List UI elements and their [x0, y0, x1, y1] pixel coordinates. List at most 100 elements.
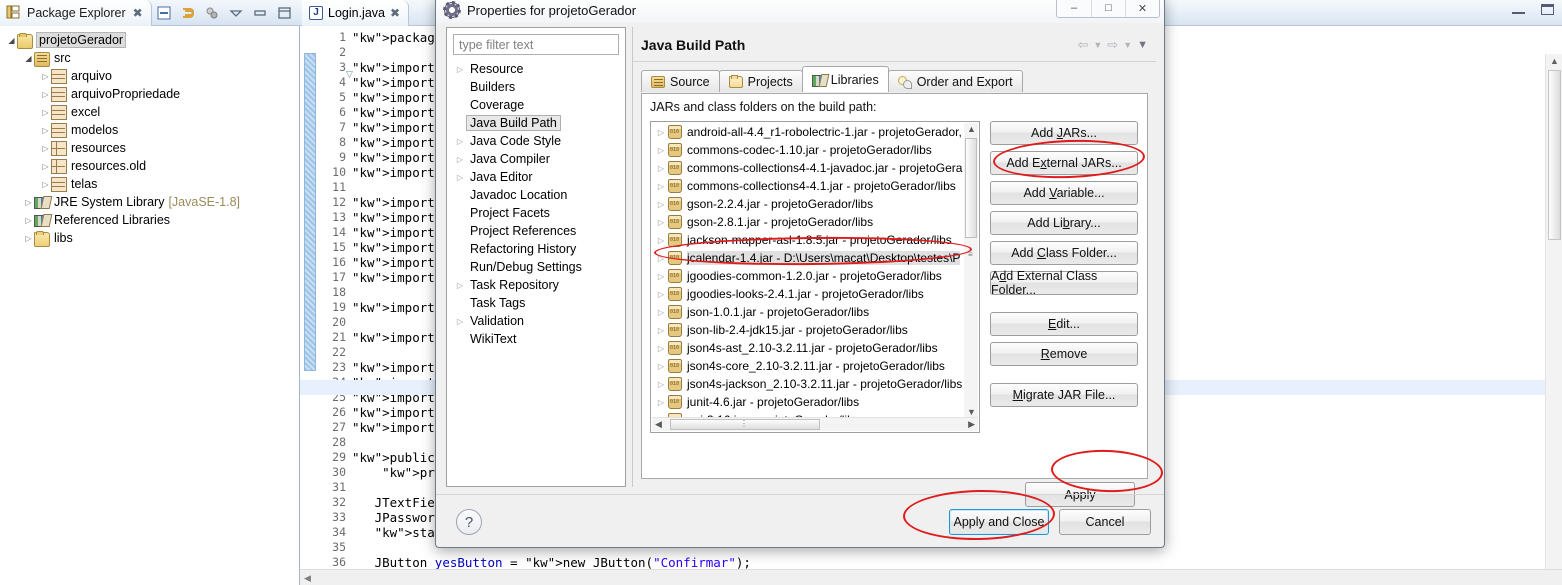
- tree-item-excel[interactable]: ▷ excel: [0, 103, 299, 121]
- jar-list-item[interactable]: ▷ json-lib-2.4-jdk15.jar - projetoGerador…: [651, 321, 964, 339]
- tab-package-explorer[interactable]: Package Explorer ✖: [0, 0, 152, 26]
- jar-list[interactable]: ▷ android-all-4.4_r1-robolectric-1.jar - …: [650, 121, 980, 433]
- maximize-icon[interactable]: [276, 5, 292, 21]
- jar-list-item[interactable]: ▷ json4s-core_2.10-3.2.11.jar - projetoGe…: [651, 357, 964, 375]
- jar-list-item[interactable]: ▷ json4s-ast_2.10-3.2.11.jar - projetoGer…: [651, 339, 964, 357]
- minimize-icon[interactable]: [1512, 5, 1525, 14]
- expand-arrow-icon[interactable]: ▷: [654, 398, 668, 407]
- settings-item-refactoring-history[interactable]: Refactoring History: [449, 240, 623, 258]
- build-path-tabs[interactable]: Source Projects Libraries Order and Export: [641, 66, 1023, 92]
- expand-arrow-open-icon[interactable]: ◢: [23, 54, 34, 63]
- jar-list-item[interactable]: ▷ json-1.0.1.jar - projetoGerador/libs: [651, 303, 964, 321]
- code-line[interactable]: JButton yesButton = "kw">new JButton("Co…: [352, 555, 1562, 569]
- scroll-up-icon[interactable]: ▲: [1550, 56, 1559, 66]
- jar-list-item[interactable]: ▷ jgoodies-common-1.2.0.jar - projetoGera…: [651, 267, 964, 285]
- jar-list-item[interactable]: ▷ jgoodies-looks-2.4.1.jar - projetoGerad…: [651, 285, 964, 303]
- expand-arrow-icon[interactable]: ▷: [40, 162, 51, 171]
- expand-arrow-icon[interactable]: ▷: [23, 198, 34, 207]
- expand-arrow-icon[interactable]: ▷: [654, 344, 668, 353]
- jar-list-item[interactable]: ▷ commons-collections4-4.1-javadoc.jar - …: [651, 159, 964, 177]
- expand-arrow-open-icon[interactable]: ◢: [6, 36, 17, 45]
- expand-arrow-icon[interactable]: ▷: [654, 362, 668, 371]
- scroll-right-icon[interactable]: ▶: [968, 419, 975, 430]
- tree-item-arquivo[interactable]: ▷ arquivo: [0, 67, 299, 85]
- button-add-library[interactable]: Add Library...: [990, 211, 1138, 235]
- expand-arrow-icon[interactable]: ▷: [654, 326, 668, 335]
- jar-list-item[interactable]: ▷ jackson-mapper-asl-1.8.5.jar - projetoG…: [651, 231, 964, 249]
- tree-item-jre-system-library[interactable]: ▷ JRE System Library [JavaSE-1.8]: [0, 193, 299, 211]
- link-with-editor-icon[interactable]: [180, 5, 196, 21]
- minimize-icon[interactable]: –: [1057, 0, 1091, 17]
- expand-arrow-icon[interactable]: ▷: [654, 218, 668, 227]
- scrollbar-thumb[interactable]: [1548, 70, 1561, 240]
- expand-arrow-icon[interactable]: ▷: [453, 317, 467, 326]
- tree-item-referenced-libraries[interactable]: ▷ Referenced Libraries: [0, 211, 299, 229]
- expand-arrow-icon[interactable]: ▷: [654, 182, 668, 191]
- jar-action-buttons[interactable]: Add JARs... Add External JARs... Add Varia…: [990, 121, 1138, 413]
- settings-item-java-build-path[interactable]: Java Build Path: [449, 114, 623, 132]
- expand-arrow-icon[interactable]: ▷: [23, 234, 34, 243]
- expand-arrow-icon[interactable]: ▷: [654, 164, 668, 173]
- tree-item-projetogerador[interactable]: ◢ projetoGerador: [0, 31, 299, 49]
- scrollbar-thumb[interactable]: [965, 138, 977, 238]
- back-dropdown-icon[interactable]: ▼: [1093, 40, 1102, 50]
- expand-arrow-icon[interactable]: ▷: [40, 180, 51, 189]
- jar-list-item[interactable]: ▷ junit-4.6.jar - projetoGerador/libs: [651, 393, 964, 411]
- minimize-icon[interactable]: [252, 5, 268, 21]
- view-menu-filter-icon[interactable]: [204, 5, 220, 21]
- expand-arrow-icon[interactable]: ▷: [654, 254, 668, 263]
- jar-list-item[interactable]: ▷ commons-collections4-4.1.jar - projetoG…: [651, 177, 964, 195]
- help-icon[interactable]: ?: [456, 509, 482, 535]
- expand-arrow-icon[interactable]: ▷: [453, 155, 467, 164]
- settings-item-coverage[interactable]: Coverage: [449, 96, 623, 114]
- jar-list-horizontal-scrollbar[interactable]: ◀ ⋮ ▶: [652, 417, 978, 431]
- expand-arrow-icon[interactable]: ▷: [654, 290, 668, 299]
- tab-projects[interactable]: Projects: [718, 70, 803, 92]
- expand-arrow-icon[interactable]: ▷: [654, 236, 668, 245]
- editor-vertical-scrollbar[interactable]: ▲: [1545, 54, 1562, 569]
- project-tree[interactable]: ◢ projetoGerador ◢ src ▷ arquivo ▷ arquivoPropr…: [0, 27, 299, 585]
- forward-dropdown-icon[interactable]: ▼: [1123, 40, 1132, 50]
- close-icon[interactable]: ✕: [1125, 0, 1159, 17]
- expand-arrow-icon[interactable]: ▷: [654, 146, 668, 155]
- expand-arrow-icon[interactable]: ▷: [453, 281, 467, 290]
- scroll-down-icon[interactable]: ▼: [967, 407, 976, 417]
- editor-gutter[interactable]: [300, 27, 318, 569]
- expand-arrow-icon[interactable]: ▷: [654, 308, 668, 317]
- settings-item-javadoc-location[interactable]: Javadoc Location: [449, 186, 623, 204]
- settings-item-validation[interactable]: ▷ Validation: [449, 312, 623, 330]
- expand-arrow-icon[interactable]: ▷: [40, 108, 51, 117]
- expand-arrow-icon[interactable]: ▷: [40, 90, 51, 99]
- settings-item-resource[interactable]: ▷ Resource: [449, 60, 623, 78]
- jar-list-rows[interactable]: ▷ android-all-4.4_r1-robolectric-1.jar - …: [651, 123, 964, 429]
- tab-libraries[interactable]: Libraries: [801, 66, 889, 92]
- forward-arrow-icon[interactable]: ⇨: [1107, 37, 1118, 53]
- maximize-icon[interactable]: □: [1091, 0, 1125, 17]
- expand-arrow-icon[interactable]: ▷: [453, 65, 467, 74]
- button-remove[interactable]: Remove: [990, 342, 1138, 366]
- view-menu-icon[interactable]: [228, 5, 244, 21]
- tree-item-libs[interactable]: ▷ libs: [0, 229, 299, 247]
- jar-list-item[interactable]: ▷ commons-codec-1.10.jar - projetoGerador…: [651, 141, 964, 159]
- tab-login-java[interactable]: J Login.java ✖: [302, 0, 410, 26]
- expand-arrow-icon[interactable]: ▷: [654, 380, 668, 389]
- settings-item-run-debug-settings[interactable]: Run/Debug Settings: [449, 258, 623, 276]
- tree-item-resources-old[interactable]: ▷ resources.old: [0, 157, 299, 175]
- jar-list-item[interactable]: ▷ gson-2.8.1.jar - projetoGerador/libs: [651, 213, 964, 231]
- tab-order-and-export[interactable]: Order and Export: [887, 70, 1023, 92]
- button-edit[interactable]: Edit...: [990, 312, 1138, 336]
- settings-item-task-tags[interactable]: Task Tags: [449, 294, 623, 312]
- scroll-left-icon[interactable]: ◀: [655, 419, 662, 430]
- settings-item-java-compiler[interactable]: ▷ Java Compiler: [449, 150, 623, 168]
- expand-arrow-icon[interactable]: ▷: [23, 216, 34, 225]
- button-add-variable[interactable]: Add Variable...: [990, 181, 1138, 205]
- settings-item-project-facets[interactable]: Project Facets: [449, 204, 623, 222]
- tree-item-arquivopropriedade[interactable]: ▷ arquivoPropriedade: [0, 85, 299, 103]
- button-migrate-jar-file[interactable]: Migrate JAR File...: [990, 383, 1138, 407]
- apply-and-close-button[interactable]: Apply and Close: [949, 509, 1049, 535]
- expand-arrow-icon[interactable]: ▷: [40, 72, 51, 81]
- maximize-icon[interactable]: [1541, 4, 1554, 15]
- expand-arrow-icon[interactable]: ▷: [40, 144, 51, 153]
- settings-item-project-references[interactable]: Project References: [449, 222, 623, 240]
- close-icon[interactable]: ✖: [133, 6, 143, 20]
